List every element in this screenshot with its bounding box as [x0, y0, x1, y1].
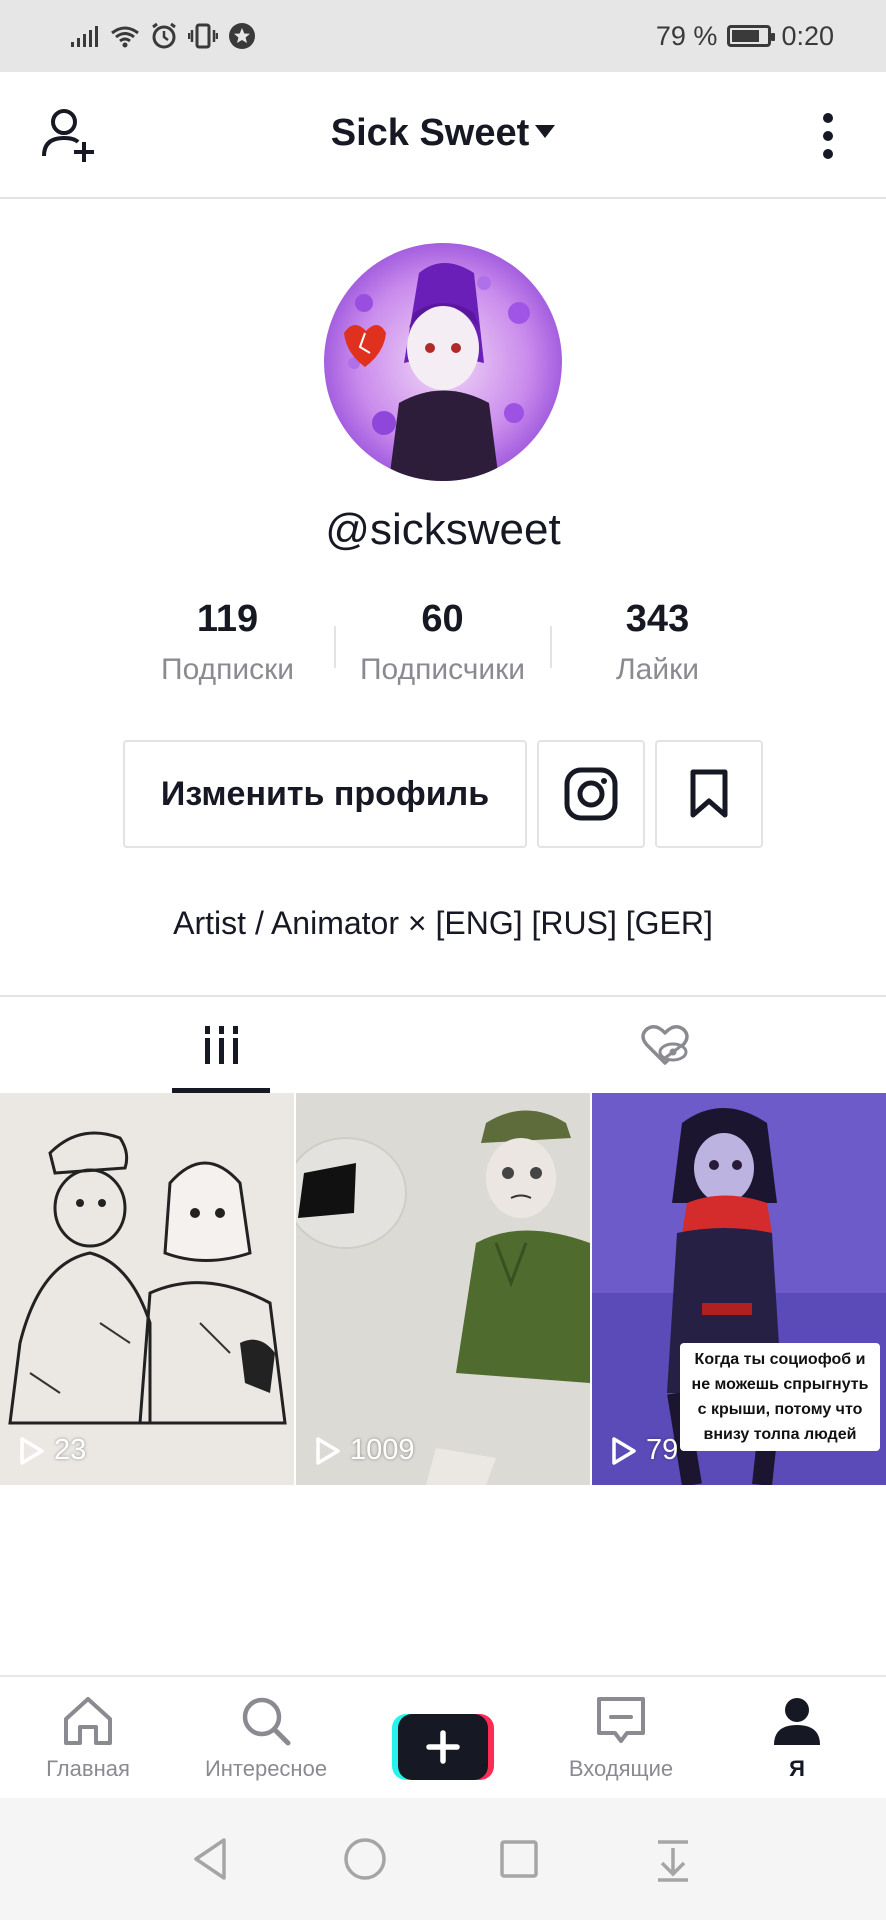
tab-liked[interactable] [443, 997, 886, 1093]
view-count: 1009 [314, 1434, 415, 1467]
search-icon [242, 1697, 291, 1746]
nav-home[interactable]: Главная [18, 1695, 158, 1782]
back-triangle-icon [194, 1838, 226, 1880]
status-icons [70, 18, 256, 54]
clock: 0:20 [781, 20, 834, 51]
following-stat[interactable]: 119 Подписки [120, 598, 335, 687]
profile-header: Sick Sweet [0, 72, 886, 199]
create-video-button[interactable] [392, 1714, 494, 1780]
status-right: 79 % 0:20 [656, 18, 834, 54]
followers-label: Подписчики [359, 653, 526, 686]
more-options-button[interactable] [818, 112, 838, 162]
battery-icon [727, 25, 776, 47]
notifications-pulldown-button[interactable] [648, 1834, 698, 1884]
play-icon [612, 1436, 636, 1465]
following-label: Подписки [161, 653, 294, 686]
likes-count: 343 [625, 598, 690, 640]
followers-count: 60 [421, 598, 464, 640]
view-count-text: 23 [54, 1434, 87, 1466]
home-circle-icon [344, 1838, 386, 1880]
signal-icon [71, 26, 98, 47]
recents-button[interactable] [494, 1834, 544, 1884]
edit-profile-button[interactable]: Изменить профиль [123, 740, 527, 848]
vibrate-icon [188, 23, 218, 49]
tab-videos[interactable] [0, 997, 443, 1093]
likes-stat[interactable]: 343 Лайки [550, 598, 765, 687]
notification-star-icon [229, 23, 255, 49]
nav-inbox[interactable]: Входящие [551, 1695, 691, 1782]
video-thumbnail-1[interactable]: 23 [0, 1093, 294, 1485]
header-title: Sick Sweet [330, 112, 530, 154]
nav-profile-label: Я [789, 1756, 805, 1781]
content-tabs [0, 995, 886, 1093]
video-thumbnail-2[interactable]: 1009 [296, 1093, 590, 1485]
nav-discover[interactable]: Интересное [196, 1695, 336, 1782]
profile-bio: Artist / Animator × [ENG] [RUS] [GER] [173, 905, 713, 941]
followers-stat[interactable]: 60 Подписчики [335, 598, 550, 687]
instagram-button[interactable] [537, 740, 645, 848]
pulldown-icon [658, 1840, 688, 1882]
video-grid: 23 1009 Когда ты социофоб и не можешь сп… [0, 1093, 886, 1485]
view-count-text: 1009 [350, 1434, 415, 1466]
instagram-icon [564, 767, 618, 821]
system-navigation [0, 1798, 886, 1920]
play-icon [316, 1436, 340, 1465]
nav-profile[interactable]: Я [727, 1695, 867, 1782]
username: @sicksweet [325, 505, 561, 554]
home-icon [64, 1697, 112, 1745]
caret-down-icon [535, 125, 556, 139]
nav-inbox-label: Входящие [568, 1756, 674, 1781]
wifi-icon [111, 26, 139, 48]
view-count-text: 79 [646, 1434, 679, 1466]
video-thumbnail-3[interactable]: Когда ты социофоб и не можешь спрыгнуть … [592, 1093, 886, 1485]
nav-discover-label: Интересное [204, 1756, 328, 1781]
inbox-icon [597, 1697, 645, 1743]
more-vertical-icon [823, 113, 833, 159]
recents-square-icon [500, 1840, 538, 1878]
back-button[interactable] [186, 1834, 236, 1884]
liked-hidden-icon [640, 1025, 689, 1065]
following-count: 119 [196, 598, 259, 640]
grid-videos-icon [204, 1026, 238, 1064]
home-system-button[interactable] [340, 1834, 390, 1884]
play-icon [20, 1436, 44, 1465]
status-bar: 79 % 0:20 [0, 0, 886, 72]
view-count: 23 [18, 1434, 86, 1467]
nav-home-label: Главная [46, 1756, 130, 1781]
account-switcher[interactable]: Sick Sweet [0, 112, 886, 155]
view-count: 79 [610, 1434, 678, 1467]
profile-stats: 119 Подписки 60 Подписчики 343 Лайки [120, 598, 766, 698]
video-caption: Когда ты социофоб и не можешь спрыгнуть … [680, 1343, 880, 1451]
create-plus-icon [392, 1714, 494, 1780]
bottom-navigation: Главная Интересное Входящие Я [0, 1675, 886, 1798]
profile-icon [774, 1698, 820, 1745]
battery-percent: 79 % [655, 20, 718, 51]
avatar[interactable] [324, 243, 562, 481]
favorites-button[interactable] [655, 740, 763, 848]
bookmark-icon [690, 769, 728, 818]
alarm-icon [152, 22, 176, 49]
likes-label: Лайки [615, 653, 699, 686]
